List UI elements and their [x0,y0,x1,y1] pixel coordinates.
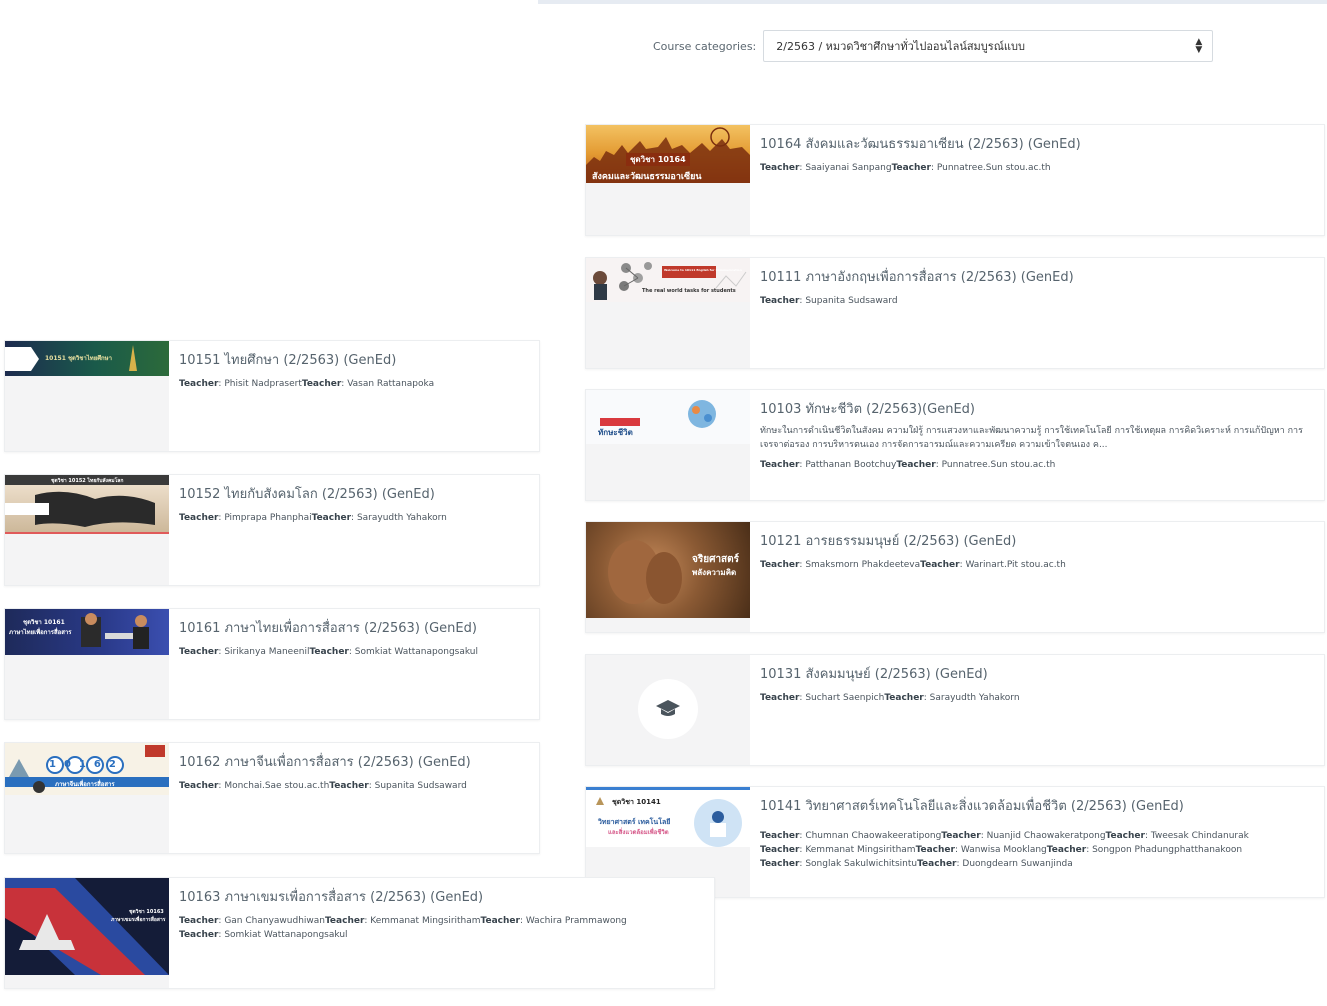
course-image-caption: จริยศาสตร์ [692,554,740,565]
course-title-link[interactable]: 10141 วิทยาศาสตร์เทคโนโลยีและสิ่งแวดล้อม… [760,797,1314,817]
course-image: 10151 ชุดวิชาไทยศึกษา [5,341,169,376]
course-card: ชุดวิชา 10152 ไทยกับสังคมโลก 10152 ไทยกั… [4,474,540,586]
course-card: ชุดวิชา 10164 สังคมและวัฒนธรรมอาเซียน 10… [585,124,1325,236]
category-select-value: 2/2563 / หมวดวิชาศึกษาทั่วไปออนไลน์สมบูร… [776,40,1025,53]
course-card: Welcome to 10111 English for Communicati… [585,257,1325,369]
course-image: ชุดวิชา 10163 ภาษาเขมรเพื่อการสื่อสาร [5,878,169,975]
course-card: จริยศาสตร์ พลังความคิด 10121 อารยธรรมมนุ… [585,521,1325,633]
course-teachers: Teacher: Saaiyanai SanpangTeacher: Punna… [760,163,1051,173]
category-select[interactable]: 2/2563 / หมวดวิชาศึกษาทั่วไปออนไลน์สมบูร… [763,30,1214,62]
course-card: ทักษะชีวิต 10103 ทักษะชีวิต (2/2563)(Gen… [585,389,1325,501]
course-image: 10162 ภาษาจีนเพื่อการสื่อสาร [5,743,169,795]
course-summary: ทักษะในการดำเนินชีวิตในสังคม ความใฝ่รู้ … [760,426,1303,450]
course-image: จริยศาสตร์ พลังความคิด [586,522,750,618]
course-image-caption: ชุดวิชา 10164 [626,153,690,166]
course-thumbnail[interactable]: จริยศาสตร์ พลังความคิด [586,522,750,632]
course-image: Welcome to 10111 English for Communicati… [586,258,750,302]
course-title-link[interactable]: 10103 ทักษะชีวิต (2/2563)(GenEd) [760,400,1314,420]
course-title-link[interactable]: 10164 สังคมและวัฒนธรรมอาเซียน (2/2563) (… [760,135,1314,155]
course-image-caption: The real world tasks for students [642,288,736,294]
course-teachers: Teacher: Sirikanya ManeenilTeacher: Somk… [179,647,478,657]
course-title-link[interactable]: 10131 สังคมมนุษย์ (2/2563) (GenEd) [760,665,1314,685]
course-thumbnail[interactable]: 10162 ภาษาจีนเพื่อการสื่อสาร [5,743,169,853]
course-card: 10162 ภาษาจีนเพื่อการสื่อสาร 10162 ภาษาจ… [4,742,540,854]
course-teachers: Teacher: Patthanan BootchuyTeacher: Punn… [760,460,1056,470]
course-title-link[interactable]: 10121 อารยธรรมมนุษย์ (2/2563) (GenEd) [760,532,1314,552]
course-teachers: Teacher: Gan ChanyawudhiwanTeacher: Kemm… [179,916,627,940]
course-image-caption: และสิ่งแวดล้อมเพื่อชีวิต [608,829,669,836]
category-filter: Course categories: 2/2563 / หมวดวิชาศึกษ… [653,30,1214,62]
course-thumbnail[interactable]: 10151 ชุดวิชาไทยศึกษา [5,341,169,451]
course-teachers: Teacher: Phisit NadprasertTeacher: Vasan… [179,379,435,389]
course-image-caption: 10151 ชุดวิชาไทยศึกษา [45,355,112,362]
course-title-link[interactable]: 10152 ไทยกับสังคมโลก (2/2563) (GenEd) [179,485,529,505]
course-thumbnail[interactable] [586,655,750,765]
course-teachers: Teacher: Pimprapa PhanphaiTeacher: Saray… [179,513,447,523]
course-image-caption: พลังความคิด [692,568,737,577]
course-image-caption: ชุดวิชา 10152 ไทยกับสังคมโลก [51,478,124,484]
course-teachers: Teacher: Suchart SaenpichTeacher: Sarayu… [760,693,1020,703]
course-placeholder [638,679,698,739]
select-arrows-icon: ▲ ▼ [1195,37,1203,55]
course-image-caption: ภาษาเขมรเพื่อการสื่อสาร [111,917,166,923]
course-title-link[interactable]: 10163 ภาษาเขมรเพื่อการสื่อสาร (2/2563) (… [179,888,704,908]
course-image: ชุดวิชา 10161 ภาษาไทยเพื่อการสื่อสาร [5,609,169,655]
course-teachers: Teacher: Smaksmorn PhakdeetevaTeacher: W… [760,560,1066,570]
course-title-link[interactable]: 10151 ไทยศึกษา (2/2563) (GenEd) [179,351,529,371]
course-image: ชุดวิชา 10164 สังคมและวัฒนธรรมอาเซียน [586,125,750,183]
course-image: ชุดวิชา 10152 ไทยกับสังคมโลก [5,475,169,534]
course-image: ชุดวิชา 10141 วิทยาศาสตร์ เทคโนโลยี และส… [586,787,750,847]
course-image: ทักษะชีวิต [586,390,750,444]
course-image-caption: 10162 [49,759,124,770]
course-image-caption: ชุดวิชา 10163 [129,909,164,915]
top-bar [538,0,1327,4]
course-thumbnail[interactable]: ชุดวิชา 10161 ภาษาไทยเพื่อการสื่อสาร [5,609,169,719]
graduation-cap-icon [656,700,680,716]
course-image-caption: สังคมและวัฒนธรรมอาเซียน [592,172,702,182]
course-image-caption: ชุดวิชา 10161 [23,619,65,626]
course-teachers: Teacher: Supanita Sudsaward [760,296,898,306]
course-card: ชุดวิชา 10161 ภาษาไทยเพื่อการสื่อสาร 101… [4,608,540,720]
course-thumbnail[interactable]: ชุดวิชา 10163 ภาษาเขมรเพื่อการสื่อสาร [5,878,169,988]
course-image-caption: ทักษะชีวิต [598,428,633,437]
course-thumbnail[interactable]: Welcome to 10111 English for Communicati… [586,258,750,368]
course-thumbnail[interactable]: ทักษะชีวิต [586,390,750,500]
course-teachers: Teacher: Monchai.Sae stou.ac.thTeacher: … [179,781,467,791]
category-filter-label: Course categories: [653,39,757,53]
course-card: ชุดวิชา 10163 ภาษาเขมรเพื่อการสื่อสาร 10… [4,877,715,989]
course-title-link[interactable]: 10111 ภาษาอังกฤษเพื่อการสื่อสาร (2/2563)… [760,268,1314,288]
course-title-link[interactable]: 10162 ภาษาจีนเพื่อการสื่อสาร (2/2563) (G… [179,753,529,773]
course-image-caption: ภาษาจีนเพื่อการสื่อสาร [55,781,115,788]
course-teachers: Teacher: Chumnan ChaowakeeratipongTeache… [760,831,1249,869]
course-image-caption: ชุดวิชา 10141 [612,798,661,806]
course-thumbnail[interactable]: ชุดวิชา 10152 ไทยกับสังคมโลก [5,475,169,585]
course-image-caption: ภาษาไทยเพื่อการสื่อสาร [9,629,72,636]
course-thumbnail[interactable]: ชุดวิชา 10164 สังคมและวัฒนธรรมอาเซียน [586,125,750,235]
course-title-link[interactable]: 10161 ภาษาไทยเพื่อการสื่อสาร (2/2563) (G… [179,619,529,639]
course-image-caption: Welcome to 10111 English for Communicati… [664,268,742,272]
course-card: 10151 ชุดวิชาไทยศึกษา 10151 ไทยศึกษา (2/… [4,340,540,452]
course-card: 10131 สังคมมนุษย์ (2/2563) (GenEd) Teach… [585,654,1325,766]
